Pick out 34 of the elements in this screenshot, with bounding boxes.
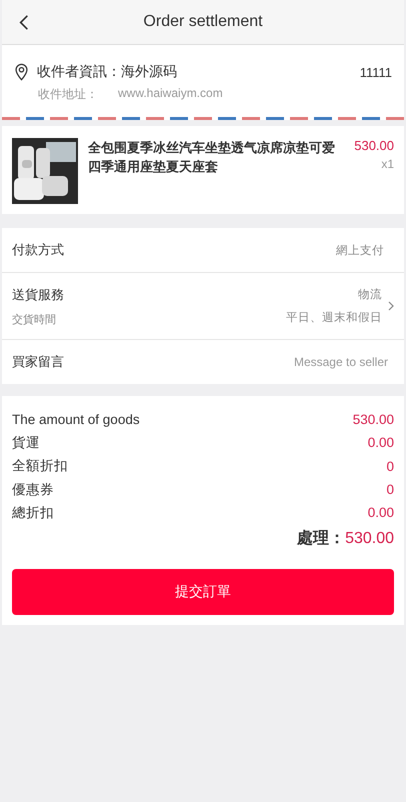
- summary-value: 0.00: [368, 505, 394, 520]
- recipient-name: 收件者資訊：海外源码: [37, 63, 178, 81]
- address-label: 收件地址：: [38, 86, 99, 103]
- product-quantity: x1: [381, 157, 394, 171]
- back-icon[interactable]: [19, 14, 29, 31]
- chevron-right-icon: [388, 301, 394, 311]
- address-text: www.haiwaiym.com: [118, 86, 223, 102]
- option-subvalue: 平日、週末和假日: [286, 310, 382, 325]
- summary-label: 貨運: [12, 434, 40, 452]
- summary-value: 0: [386, 458, 394, 474]
- option-label: 付款方式: [12, 241, 64, 259]
- summary-label: 總折扣: [12, 504, 54, 522]
- summary-label: 優惠券: [12, 480, 54, 499]
- option-row[interactable]: 買家留言 Message to seller: [2, 340, 404, 384]
- summary-value: 530.00: [352, 412, 394, 428]
- page-title: Order settlement: [143, 13, 263, 31]
- option-sublabel: 交貨時間: [12, 312, 57, 326]
- option-label: 送貨服務: [12, 286, 65, 304]
- recipient-phone: 11111: [360, 64, 392, 80]
- product-name: 全包围夏季冰丝汽车坐垫透气凉席凉垫可爱四季通用座垫夏天座套: [88, 139, 336, 176]
- product-price: 530.00: [354, 138, 394, 153]
- option-label: 買家留言: [12, 353, 64, 371]
- total-value: 530.00: [345, 530, 394, 548]
- address-card[interactable]: 收件者資訊：海外源码 11111 收件地址： www.haiwaiym.com: [2, 45, 404, 120]
- total-label: 處理：: [297, 528, 346, 550]
- location-pin-icon: [14, 63, 29, 81]
- summary-label: The amount of goods: [12, 412, 140, 428]
- option-row[interactable]: 送貨服務 交貨時間 物流 平日、週末和假日: [2, 273, 404, 340]
- summary-label: 全額折扣: [12, 457, 68, 476]
- option-value: 網上支付: [336, 244, 384, 258]
- summary-value: 0: [386, 482, 394, 498]
- summary-value: 0.00: [368, 435, 394, 450]
- submit-order-button[interactable]: 提交訂單: [12, 569, 394, 616]
- option-value: 物流: [358, 287, 382, 302]
